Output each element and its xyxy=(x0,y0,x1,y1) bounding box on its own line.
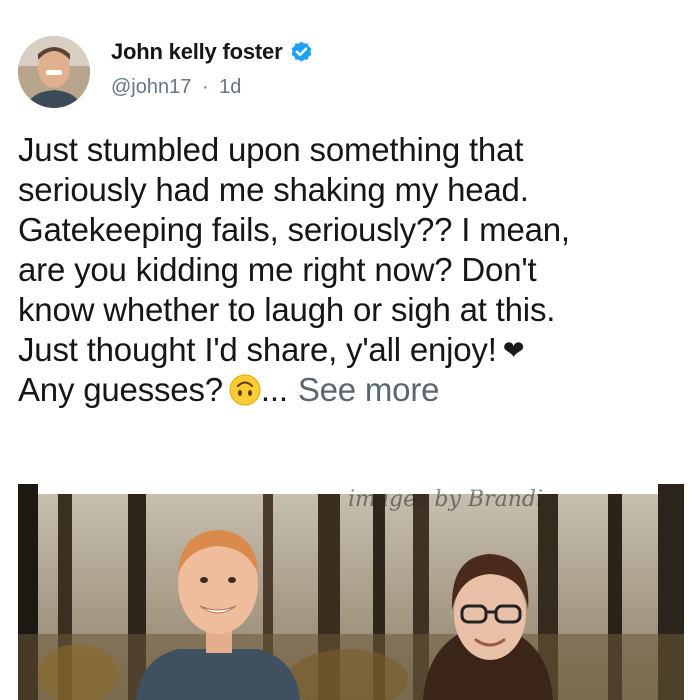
post-header: John kelly foster @john17 · 1d xyxy=(18,36,682,112)
ellipsis: ... xyxy=(260,371,288,408)
heart-icon: ❤ xyxy=(502,335,525,365)
post-line: Gatekeeping fails, seriously?? I mean, xyxy=(18,211,570,248)
author-meta-row: @john17 · 1d xyxy=(111,76,241,99)
author-avatar[interactable] xyxy=(18,36,90,108)
author-name-row: John kelly foster xyxy=(111,39,314,65)
post-time[interactable]: 1d xyxy=(219,76,241,98)
post-line-last: Any guesses? ... See more xyxy=(18,370,682,410)
post-line: Just stumbled upon something that xyxy=(18,131,524,168)
post-image[interactable]: images by Brandi xyxy=(18,484,684,700)
post-line: know whether to laugh or sigh at this. xyxy=(18,291,556,328)
meta-separator: · xyxy=(201,76,209,99)
post-line: seriously had me shaking my head. xyxy=(18,171,529,208)
post-line: Any guesses? xyxy=(18,371,223,408)
verified-badge-icon xyxy=(289,40,314,65)
post-line: Just thought I'd share, y'all enjoy! xyxy=(18,331,497,368)
profile-photo-icon xyxy=(18,36,90,108)
post-line-with-heart: Just thought I'd share, y'all enjoy! ❤ xyxy=(18,330,682,370)
watermark-text: images by Brandi xyxy=(348,487,543,512)
author-display-name[interactable]: John kelly foster xyxy=(111,39,283,65)
post-line: are you kidding me right now? Don't xyxy=(18,251,537,288)
author-handle[interactable]: @john17 xyxy=(111,76,191,98)
couple-photo-icon: images by Brandi xyxy=(18,484,684,700)
see-more-link[interactable]: See more xyxy=(298,371,440,408)
upside-down-face-emoji-icon xyxy=(229,374,261,406)
post-text: Just stumbled upon something that seriou… xyxy=(18,130,682,410)
